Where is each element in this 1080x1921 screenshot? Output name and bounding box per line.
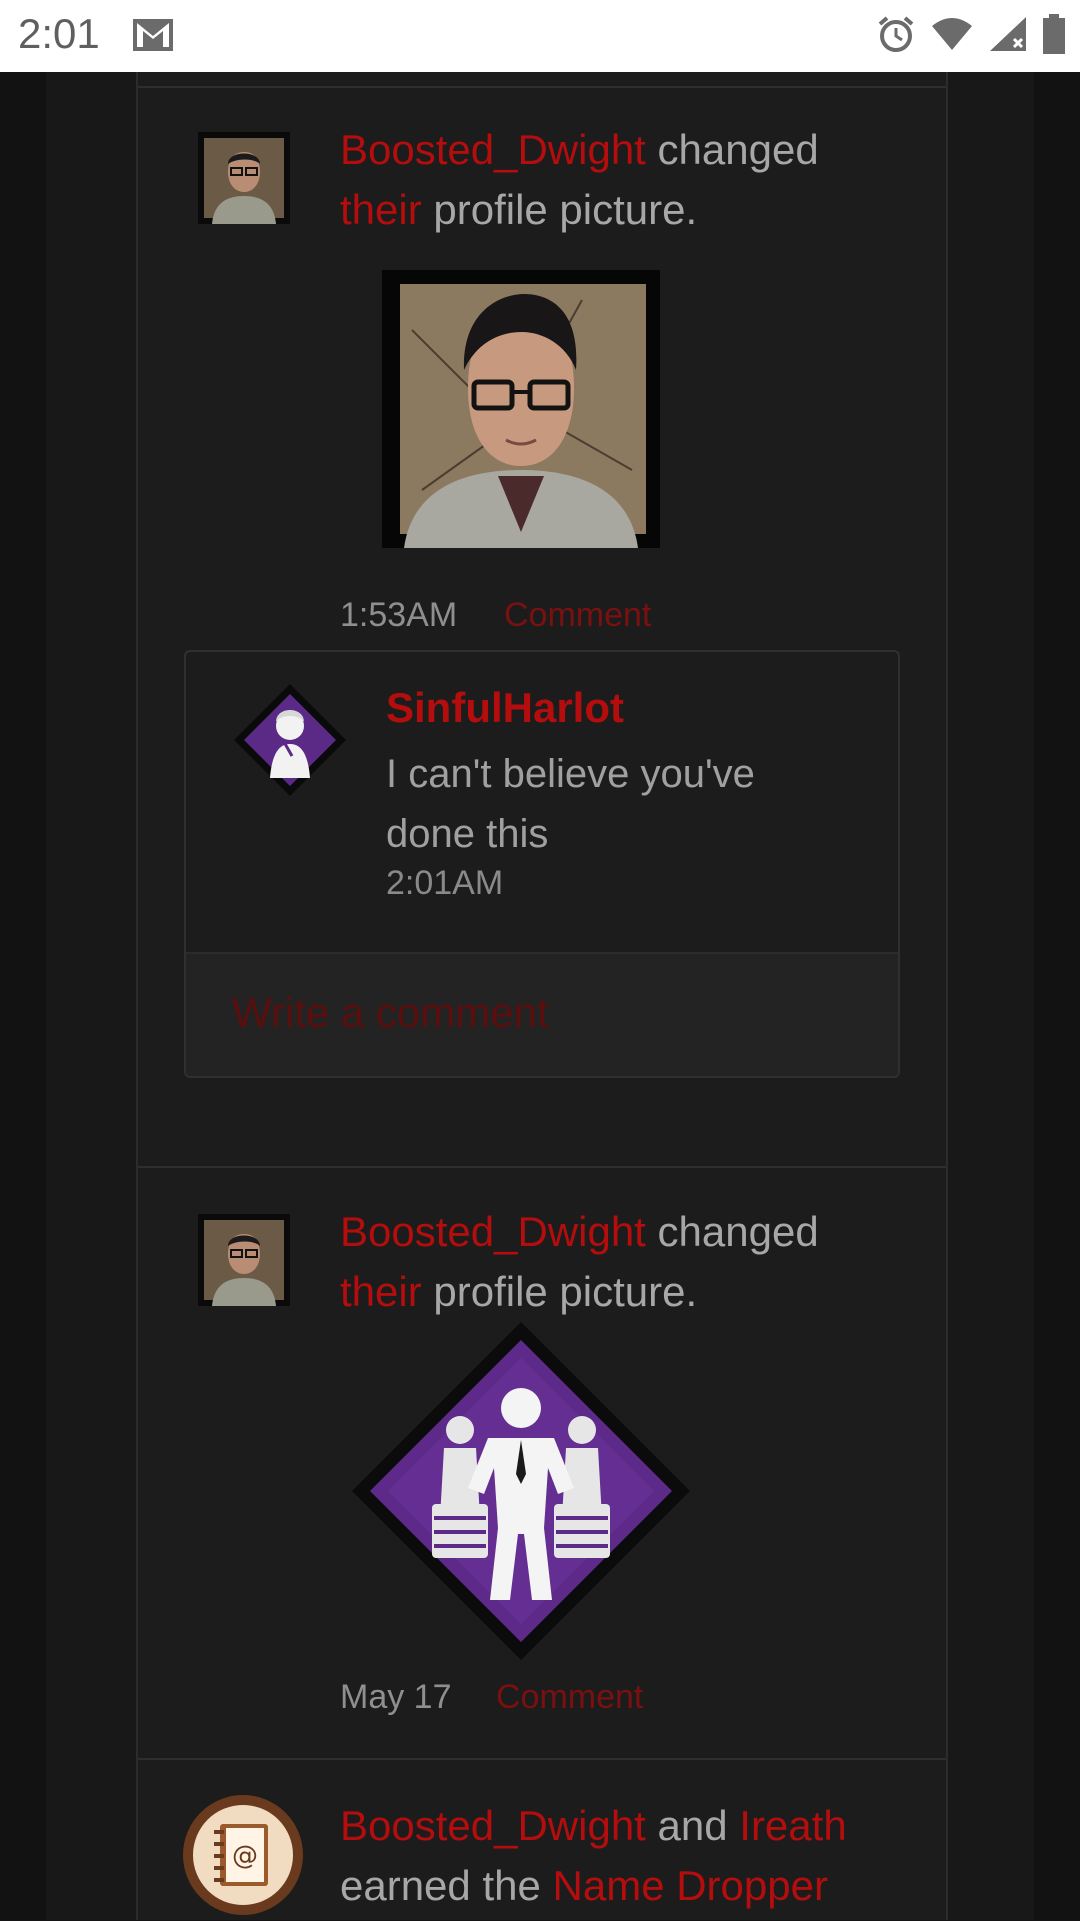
signal-icon: [988, 15, 1028, 58]
badge-link[interactable]: Name Dropper: [553, 1862, 828, 1909]
headline-object: profile picture.: [421, 186, 698, 233]
possessive-link[interactable]: their: [340, 1268, 422, 1315]
headline-prefix: earned the: [340, 1862, 553, 1909]
divider: [138, 1166, 946, 1168]
comment-thread: SinfulHarlot I can't believe you've done…: [184, 650, 900, 1078]
page-margin-right: [1034, 72, 1080, 1920]
gutter-right: [946, 72, 1034, 1920]
headline-verb: changed: [645, 126, 819, 173]
actor2-link[interactable]: Ireath: [739, 1802, 846, 1849]
address-book-icon: @: [182, 1794, 304, 1916]
actor-link[interactable]: Boosted_Dwight: [340, 1208, 646, 1255]
comment-link[interactable]: Comment: [496, 1678, 643, 1717]
comment-author[interactable]: SinfulHarlot: [386, 684, 624, 732]
actor-link[interactable]: Boosted_Dwight: [340, 1802, 646, 1849]
timestamp: May 17: [340, 1678, 452, 1716]
leader-perk-badge[interactable]: [348, 1318, 694, 1664]
status-icons: [876, 14, 1066, 59]
divider: [138, 1758, 946, 1760]
feed-headline: Boosted_Dwight changed their profile pic…: [340, 120, 900, 240]
comment-text: I can't believe you've done this: [386, 752, 755, 856]
commenter-avatar[interactable]: [232, 682, 348, 798]
comment-time: 2:01AM: [386, 864, 504, 902]
headline-object: profile picture.: [421, 1268, 698, 1315]
gmail-icon: [132, 18, 174, 57]
feed-headline: Boosted_Dwight changed their profile pic…: [340, 1202, 900, 1322]
status-bar: 2:01: [0, 0, 1080, 72]
avatar[interactable]: [198, 132, 290, 224]
write-comment-input[interactable]: Write a comment: [186, 952, 898, 1076]
comment: SinfulHarlot I can't believe you've done…: [186, 652, 898, 952]
gutter-left: [46, 72, 136, 1920]
comment-link[interactable]: Comment: [504, 596, 651, 635]
battery-icon: [1042, 14, 1066, 59]
status-time: 2:01: [18, 10, 100, 57]
dwight-portrait[interactable]: [382, 270, 660, 548]
activity-feed: Boosted_Dwight changed their profile pic…: [136, 72, 948, 1920]
alarm-icon: [876, 14, 916, 59]
timestamp: 1:53AM: [340, 596, 458, 634]
svg-text:@: @: [232, 1841, 258, 1871]
divider: [138, 86, 946, 88]
wifi-icon: [930, 16, 974, 57]
avatar[interactable]: [198, 1214, 290, 1306]
headline-verb: changed: [645, 1208, 819, 1255]
possessive-link[interactable]: their: [340, 186, 422, 233]
page-margin-left: [0, 72, 46, 1920]
actor-link[interactable]: Boosted_Dwight: [340, 126, 646, 173]
feed-headline: Boosted_Dwight and Ireath earned the Nam…: [340, 1796, 900, 1916]
headline-conjunction: and: [645, 1802, 740, 1849]
